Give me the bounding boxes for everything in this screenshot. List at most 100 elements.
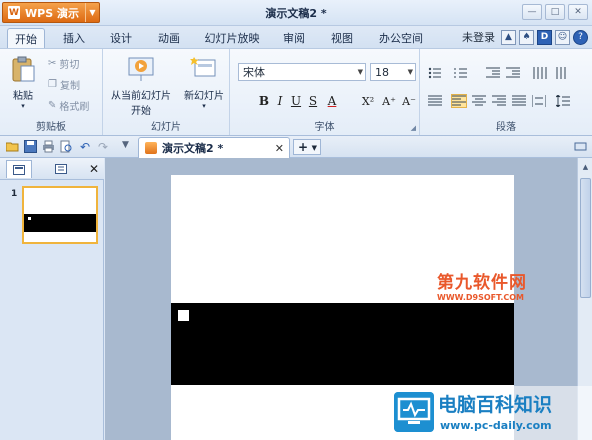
outline-view-icon	[55, 164, 67, 174]
scissors-icon: ✂	[48, 58, 57, 69]
copy-icon: ❐	[48, 79, 57, 90]
docer-icon[interactable]: D	[537, 29, 552, 45]
ribbon-tabs: 开始 插入 设计 动画 幻灯片放映 审阅 视图 办公空间 未登录 ▲ ♠ D ☺…	[0, 26, 592, 48]
thumbnail-black-bar	[24, 214, 96, 232]
window-controls: — □ ✕	[522, 4, 588, 20]
scroll-thumb[interactable]	[580, 178, 591, 298]
font-size-select[interactable]: 18 ▼	[370, 63, 416, 81]
tab-outline[interactable]	[48, 160, 74, 178]
bullets-icon[interactable]	[428, 67, 442, 79]
align-right-icon[interactable]	[492, 95, 506, 107]
align-left-icon[interactable]	[451, 94, 467, 108]
panel-tabs: ✕	[0, 158, 104, 180]
print-icon[interactable]	[42, 140, 55, 153]
chevron-down-icon: ▾	[21, 102, 25, 110]
new-slide-button[interactable]: 新幻灯片 ▾	[181, 55, 227, 110]
watermark-pc-daily: 电脑百科知识 www.pc-daily.com	[388, 386, 592, 440]
paragraph-label: 段落	[496, 122, 516, 133]
user-area: 未登录 ▲ ♠ D ☺ ?	[462, 29, 588, 45]
switch-window-icon[interactable]	[574, 140, 587, 153]
undo-icon[interactable]: ↶	[80, 140, 93, 154]
dialog-launcher-icon[interactable]: ◢	[411, 124, 416, 132]
close-icon[interactable]: ✕	[568, 4, 588, 20]
thumbnail-square	[28, 217, 31, 220]
slide-thumbnail[interactable]	[22, 186, 98, 244]
columns-icon[interactable]	[533, 67, 547, 79]
paste-icon	[12, 56, 35, 82]
tab-insert[interactable]: 插入	[55, 28, 93, 48]
new-slide-icon	[190, 57, 216, 77]
font-name-select[interactable]: 宋体 ▼	[238, 63, 366, 81]
copy-button[interactable]: ❐ 复制	[48, 77, 80, 92]
play-slide-icon	[128, 57, 154, 81]
chevron-down-icon: ▾	[202, 102, 206, 110]
help-icon[interactable]: ?	[573, 29, 588, 45]
ribbon: 粘贴 ▾ ✂ 剪切 ❐ 复制 ✎ 格式刷 剪贴板 从当前幻灯片 开始 新幻灯片 …	[0, 48, 592, 136]
text-direction-icon[interactable]	[555, 67, 569, 79]
clipboard-label: 剪贴板	[36, 122, 66, 133]
minimize-icon[interactable]: —	[522, 4, 542, 20]
line-spacing-icon[interactable]	[556, 95, 570, 107]
maximize-icon[interactable]: □	[545, 4, 565, 20]
redo-icon[interactable]: ↷	[98, 140, 111, 154]
login-label[interactable]: 未登录	[462, 29, 495, 45]
grow-font-button[interactable]: A⁺	[380, 93, 398, 109]
font-label: 字体	[314, 122, 335, 133]
window-title: 演示文稿2 *	[265, 7, 327, 20]
cut-button[interactable]: ✂ 剪切	[48, 56, 79, 71]
chevron-down-icon: ▼	[357, 68, 363, 76]
tab-review[interactable]: 审阅	[275, 28, 313, 48]
customize-toolbar-icon[interactable]: ▼	[122, 140, 135, 153]
brush-icon: ✎	[48, 100, 57, 111]
title-bar: W WPS 演示 ▼ 演示文稿2 * — □ ✕	[0, 0, 592, 26]
superscript-button[interactable]: X²	[358, 93, 378, 109]
decrease-indent-icon[interactable]	[486, 67, 500, 79]
collapse-ribbon-icon[interactable]: ▲	[501, 29, 516, 45]
font-color-button[interactable]: A	[324, 93, 340, 109]
chevron-down-icon: ▼	[311, 144, 317, 152]
slide-thumbnail-panel: ✕ 1	[0, 158, 104, 440]
justify-icon[interactable]	[512, 95, 526, 107]
new-tab-button[interactable]: + ▼	[293, 139, 321, 155]
italic-button[interactable]: I	[272, 93, 288, 109]
watermark-d9soft: 第九软件网 WWW.D9SOFT.COM	[437, 273, 527, 302]
slides-label: 幻灯片	[151, 122, 181, 133]
distributed-align-icon[interactable]	[428, 95, 442, 107]
tab-slides[interactable]	[6, 160, 32, 178]
paste-button[interactable]: 粘贴 ▾	[8, 55, 38, 110]
document-tab[interactable]: 演示文稿2 * ✕	[138, 137, 290, 158]
monitor-logo-icon	[394, 392, 434, 432]
plus-icon: +	[298, 140, 309, 154]
tab-animation[interactable]: 动画	[150, 28, 188, 48]
slides-group: 从当前幻灯片 开始 新幻灯片 ▾ 幻灯片	[103, 49, 230, 135]
shadow-button[interactable]: S	[305, 93, 321, 109]
slide-number: 1	[11, 189, 18, 199]
black-rectangle-shape[interactable]	[171, 303, 514, 385]
format-painter-button[interactable]: ✎ 格式刷	[48, 98, 89, 113]
close-icon[interactable]: ✕	[275, 142, 284, 155]
clipboard-group: 粘贴 ▾ ✂ 剪切 ❐ 复制 ✎ 格式刷 剪贴板	[0, 49, 103, 135]
tab-design[interactable]: 设计	[102, 28, 140, 48]
save-icon[interactable]	[24, 140, 37, 153]
tab-home[interactable]: 开始	[7, 28, 45, 48]
play-from-current-button[interactable]: 从当前幻灯片 开始	[106, 55, 176, 117]
tab-view[interactable]: 视图	[323, 28, 361, 48]
paragraph-group: 段落	[420, 49, 592, 135]
align-center-icon[interactable]	[472, 95, 486, 107]
distribute-icon[interactable]	[532, 95, 546, 107]
white-square-shape[interactable]	[178, 310, 189, 321]
open-folder-icon[interactable]	[6, 140, 19, 153]
tab-office-space[interactable]: 办公空间	[373, 28, 429, 48]
numbering-icon[interactable]	[454, 67, 468, 79]
font-group: 宋体 ▼ 18 ▼ B I U S A X² A⁺ A⁻ 字体 ◢	[230, 49, 420, 135]
print-preview-icon[interactable]	[60, 140, 73, 153]
user-avatar-icon[interactable]: ☺	[555, 29, 570, 45]
tab-slideshow[interactable]: 幻灯片放映	[202, 28, 262, 48]
bold-button[interactable]: B	[256, 93, 272, 109]
close-icon[interactable]: ✕	[89, 162, 99, 176]
skin-icon[interactable]: ♠	[519, 29, 534, 45]
increase-indent-icon[interactable]	[506, 67, 520, 79]
scroll-up-icon[interactable]: ▲	[580, 161, 591, 172]
underline-button[interactable]: U	[288, 93, 304, 109]
shrink-font-button[interactable]: A⁻	[400, 93, 418, 109]
